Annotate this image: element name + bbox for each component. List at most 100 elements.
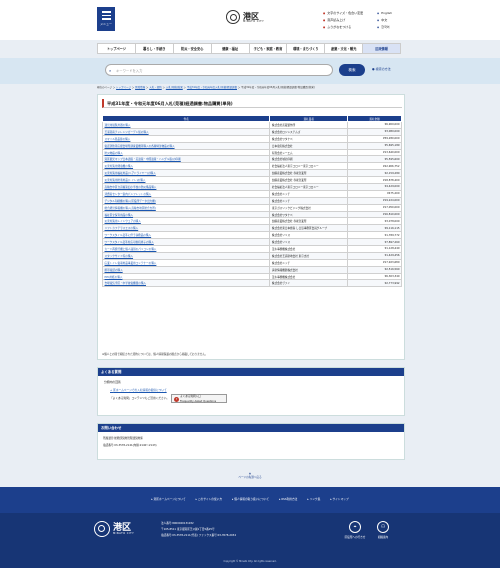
gnav-environment[interactable]: 環境・まちづくり <box>287 44 326 53</box>
breadcrumb: 現在のページ ＞ トップページ ＞ 区政情報 ＞ 入札・契約 ＞ 入札(見積)結… <box>97 86 315 89</box>
breadcrumb-item[interactable]: トップページ <box>116 86 131 89</box>
furigana-link[interactable]: ふりがなをつける <box>323 24 363 31</box>
row-subject-link[interactable]: 福祉区立保育用品の購入 <box>101 210 271 219</box>
table-row: 港区観光マップ日本語版・英語版・中国語版・ハングル版)の印刷 株式会社城北印刷 ¥5… <box>101 155 402 164</box>
row-winner: 株式会社東日本旅客 し日島事務区会員グループ <box>269 224 349 233</box>
gnav-top[interactable]: トップページ <box>98 44 136 53</box>
access-link[interactable]: ⌖ 区役所への行き方 <box>343 521 367 539</box>
row-subject-link[interactable]: 防災物品の購入 <box>101 148 271 157</box>
row-subject-link[interactable]: デジタル印刷機の購入(区役所データ出力機) <box>101 196 271 205</box>
breadcrumb-current: 平成31年度・令和元年度06月入札(見積)経過調書:物品購買(単発) <box>241 86 315 89</box>
gnav-living[interactable]: 暮らし・手続き <box>136 44 174 53</box>
row-subject-link[interactable]: スタックサイド等の購入 <box>101 251 271 260</box>
table-row: リフトカフテラスエスの購入 株式会社東日本旅客 し日島事務区会員グループ ¥9,11… <box>101 224 402 233</box>
breadcrumb-item[interactable]: 入札(見積)結果 <box>166 86 183 89</box>
lang-chinese-link[interactable]: 中文 <box>377 17 392 24</box>
breadcrumb-item[interactable]: 入札・契約 <box>149 86 162 89</box>
org-icon: ⚇ <box>377 521 389 533</box>
search-button[interactable]: 検索 <box>339 64 365 76</box>
table-row: 福祉区立保育用品の購入 株式会社ワタナベ ¥16,810,000 <box>101 210 402 219</box>
row-subject-link[interactable]: 総合経営情報機の購入(高輪台地区総合支所) <box>101 203 271 212</box>
breadcrumb-item[interactable]: 区政情報 <box>135 86 145 89</box>
accessibility-links: 文字のサイズ・色合い変更 音声読み上げ ふりがなをつける <box>323 10 363 31</box>
city-emblem-icon <box>226 10 240 24</box>
row-subject-link[interactable]: ワークスタイル変革対応可動机椅子の購入 <box>101 238 271 247</box>
row-subject-link[interactable]: 運営用展覧用器の購入 <box>101 121 271 129</box>
row-subject-link[interactable]: リフトカフテラスエスの購入 <box>101 224 271 233</box>
row-amount: ¥17,923,680 <box>347 258 402 267</box>
gnav-children[interactable]: 子ども・家庭・教育 <box>250 44 288 53</box>
table-row: 総合経営情報機の購入(高輪台地区総合支所) 東京ガスリックビジング株式会社 ¥17,… <box>101 203 402 212</box>
voice-read-link[interactable]: 音声読み上げ <box>323 17 363 24</box>
search-icon: ⌕ <box>109 68 112 73</box>
text-size-link[interactable]: 文字のサイズ・色合い変更 <box>323 10 363 17</box>
gnav-safety[interactable]: 防災・安全安心 <box>174 44 212 53</box>
lang-english-link[interactable]: English <box>377 10 392 17</box>
row-subject-link[interactable]: 災害対策用レインウェアの購入 <box>101 217 271 226</box>
row-winner: 加藤産業株式会社 赤坂営業所 <box>269 176 349 185</box>
hamburger-icon <box>101 11 111 20</box>
page-top-link[interactable]: ページの先頭へ戻る <box>230 472 270 479</box>
gnav-industry[interactable]: 産業・文化・観光 <box>325 44 364 53</box>
row-subject-link[interactable]: 港区観光マップ日本語版・英語版・中国語版・ハングル版)の印刷 <box>101 155 271 164</box>
privacy-note: ※個人との間で締結された契約については、個人情報保護の観点から掲載しておりません… <box>102 353 208 356</box>
row-subject-link[interactable]: 携帯電話の購入 <box>101 265 271 274</box>
row-winner: 株式会社リソス <box>269 238 349 247</box>
row-subject-link[interactable]: 台場電気学区・中学校電機器の購入 <box>101 279 271 288</box>
search-help-link[interactable]: ● 検索の方法 <box>372 67 391 71</box>
row-subject-link[interactable]: 電話消防等応援会場所調査業機等購入の各種特注物品の購入 <box>101 141 271 150</box>
row-subject-link[interactable]: 庄業トイレ電導用品事業用コンテナーの購入 <box>101 258 271 267</box>
row-amount: ¥17,050,000 <box>347 203 402 212</box>
row-amount: ¥1,789,772 <box>347 231 402 240</box>
breadcrumb-item[interactable]: 平成31年度・令和元年度入札(見積)経過調書 <box>187 86 237 89</box>
footer-link-sitemap[interactable]: サイトマップ <box>330 497 349 501</box>
footer-link-privacy[interactable]: 個人情報の取り扱いについて <box>232 497 269 501</box>
row-amount: ¥9,116,115 <box>347 224 402 233</box>
site-logo[interactable]: 港区 MINATO CITY <box>226 10 264 24</box>
row-subject-link[interactable]: 災害対策用発電機の購入 <box>101 162 271 171</box>
row-amount: ¥2,516,560 <box>347 265 402 274</box>
table-row: 運営用展覧用器の購入 株式会社武蔵製作所 ¥6,900,000 <box>101 121 402 129</box>
footer-link-about[interactable]: 港区ホームページについて <box>151 497 186 501</box>
menu-button[interactable]: メニュー <box>97 7 115 31</box>
row-subject-link[interactable]: 消費者センター案内パンフレットの購入 <box>101 189 271 198</box>
faq-link[interactable]: → 区ホームページでの入札情報の提供について <box>110 388 167 392</box>
row-winner: 加藤産業株式会社 赤坂営業所 <box>269 169 349 178</box>
faq-panel: よくある質問 分類内の回答 → 区ホームページでの入札情報の提供について 「よく… <box>97 367 405 416</box>
row-winner: 株式会社ロジシステムズ <box>269 127 349 136</box>
row-subject-link[interactable]: 高輪台中区立高輪第四小学校の防災備品購入 <box>101 183 271 191</box>
table-row: カード再発行機と個人識別のパソコンの購入 茂木事務機株式会社 ¥1,128,440 <box>101 245 402 253</box>
footer-link-links[interactable]: リンク集 <box>307 497 321 501</box>
page-title: 平成31年度・令和元年度06月入札(見積)経過調書:物品購買(単発) <box>102 99 402 108</box>
row-winner: 株式会社城北印刷 <box>269 155 349 164</box>
row-amount: ¥2,773,992 <box>347 279 402 288</box>
row-amount: ¥59,280,000 <box>347 134 402 143</box>
search-input[interactable]: ⌕ キーワードを入力 <box>105 64 333 76</box>
row-subject-link[interactable]: カード再発行機と個人識別のパソコンの購入 <box>101 245 271 253</box>
table-row: 災害対策用福祉用品(ヘアドライヤー)の購入 加藤産業株式会社 赤坂営業所 ¥2,15… <box>101 169 402 178</box>
row-subject-link[interactable]: PPC用紙の購入 <box>101 272 271 281</box>
table-row: PPC用紙の購入 茂木事務機株式会社 ¥6,303,340 <box>101 272 402 281</box>
gnav-admin[interactable]: 区政情報 <box>363 44 400 53</box>
table-row: 災害対策用発電機の購入 社会福祉法人東京コロニー東京コロニー ¥22,906,752 <box>101 162 402 171</box>
footer-link-rss[interactable]: RSS利用方法 <box>279 497 297 501</box>
row-subject-link[interactable]: スマイル陸品庫の購入 <box>101 134 271 143</box>
row-subject-link[interactable]: ワークスタイル変革に伴う執務品の購入 <box>101 231 271 240</box>
table-row: スマイル陸品庫の購入 株式会社ワタナベ ¥59,280,000 <box>101 134 402 143</box>
footer-link-usage[interactable]: このサイトの使い方 <box>196 497 222 501</box>
organization-link[interactable]: ⚇ 組織案内 <box>371 521 395 539</box>
faq-entrance-button[interactable]: よくある質問入口 Frequently Asked Questions <box>171 394 227 403</box>
row-amount: ¥1,429,456 <box>347 251 402 260</box>
table-row: 消費者センター案内パンフレットの購入 株式会社ニッチ ¥475,200 <box>101 189 402 198</box>
row-subject-link[interactable]: 災害対策用防寒用品(トイレ)の購入 <box>101 176 271 185</box>
row-subject-link[interactable]: 災害対策用福祉用品(ヘアドライヤー)の購入 <box>101 169 271 178</box>
lang-korean-link[interactable]: 한국어 <box>377 24 392 31</box>
map-icon: ⌖ <box>349 521 361 533</box>
faq-badge-sub: Frequently Asked Questions <box>180 399 217 403</box>
row-winner: 株式会社芝浦新地会社 東京支社 <box>269 251 349 260</box>
inquiry-panel: お問い合わせ 所属課室:総務部契約管理課契約係 電話番号:03-3578-214… <box>97 423 405 460</box>
row-subject-link[interactable]: 芝浦港南チャレンジガーデン館の購入 <box>101 127 271 136</box>
table-row: 災害対策用レインウェアの購入 加藤産業株式会社 赤坂営業所 ¥3,078,000 <box>101 217 402 226</box>
gnav-health[interactable]: 健康・福祉 <box>212 44 250 53</box>
footer-logo-kanji: 港区 <box>113 522 132 533</box>
